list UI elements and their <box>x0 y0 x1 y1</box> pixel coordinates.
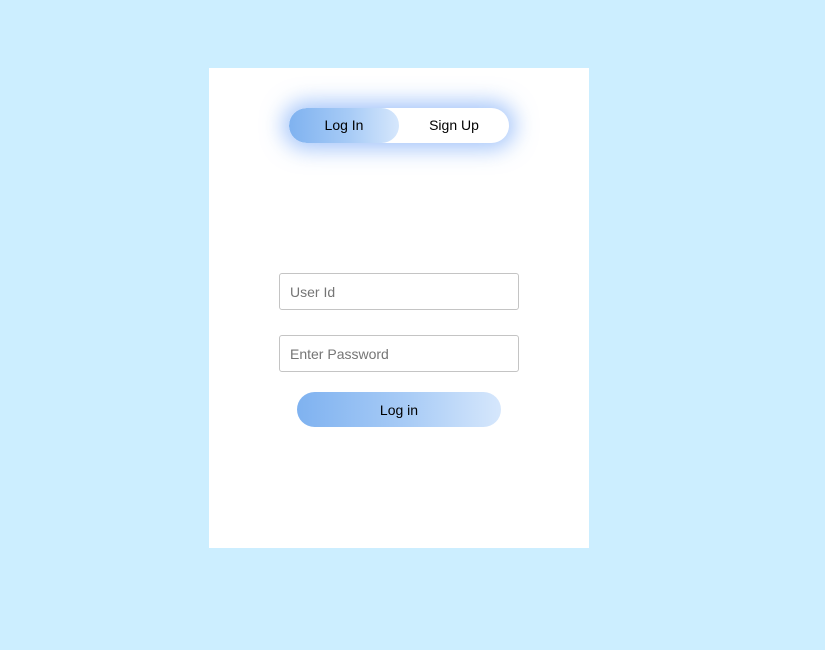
signup-tab-button[interactable]: Sign Up <box>399 108 509 143</box>
auth-mode-toggle: Log In Sign Up <box>289 108 509 143</box>
page-background: Log In Sign Up Log in <box>0 0 825 650</box>
login-submit-button[interactable]: Log in <box>297 392 501 427</box>
user-id-input[interactable] <box>279 273 519 310</box>
auth-card: Log In Sign Up Log in <box>209 68 589 548</box>
password-input[interactable] <box>279 335 519 372</box>
login-tab-button[interactable]: Log In <box>289 108 399 143</box>
